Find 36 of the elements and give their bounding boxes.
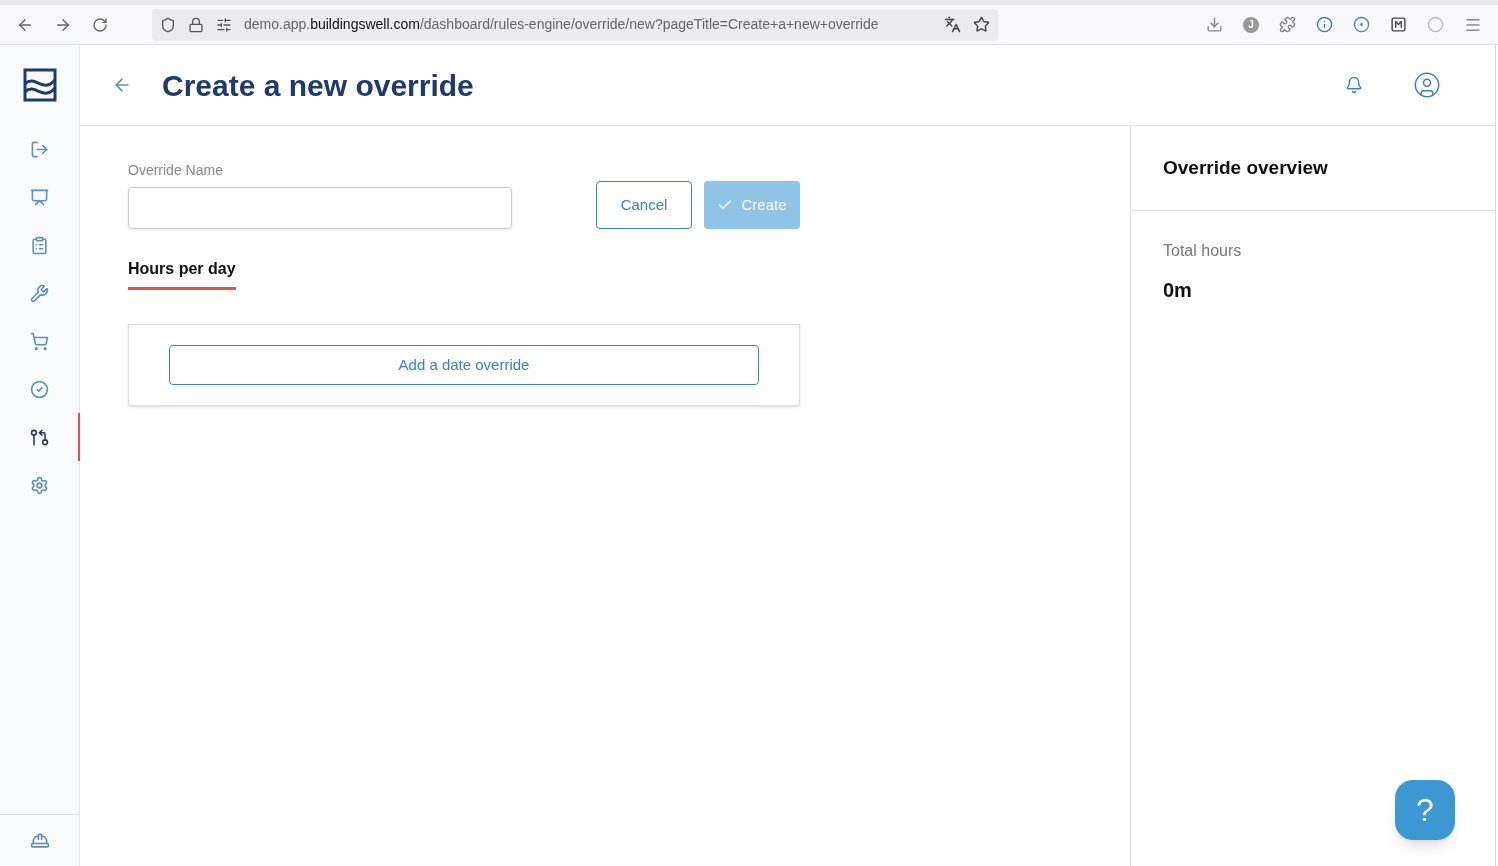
tab[interactable]: Hours per day bbox=[128, 257, 236, 290]
clipboard-icon[interactable] bbox=[30, 235, 49, 255]
total-hours-value: 0m bbox=[1163, 278, 1193, 303]
field-label: Override Name bbox=[128, 161, 224, 180]
cart-icon[interactable] bbox=[30, 331, 49, 351]
cancel-button[interactable]: Cancel bbox=[596, 181, 692, 229]
shield-icon bbox=[160, 16, 176, 33]
puzzle-icon[interactable] bbox=[1279, 16, 1296, 33]
translate-icon[interactable] bbox=[944, 16, 961, 33]
wrench-icon[interactable] bbox=[30, 283, 49, 303]
bell-icon[interactable] bbox=[1345, 76, 1363, 94]
add-date-override-button[interactable]: Add a date override bbox=[169, 345, 759, 385]
sliders-icon[interactable] bbox=[216, 16, 232, 33]
help-button[interactable]: ? bbox=[1395, 780, 1455, 840]
notes-extension-icon[interactable] bbox=[1390, 16, 1407, 33]
branch-arrows-icon[interactable] bbox=[29, 427, 49, 447]
grammar-extension-icon[interactable] bbox=[1427, 16, 1444, 33]
logo-icon[interactable] bbox=[22, 68, 57, 102]
extension-icon[interactable] bbox=[1353, 16, 1370, 33]
exit-icon[interactable] bbox=[30, 139, 49, 159]
download-icon[interactable] bbox=[1206, 16, 1223, 33]
settings-icon[interactable] bbox=[30, 475, 49, 495]
profile-avatar[interactable]: J bbox=[1243, 16, 1259, 33]
overview-title: Override overview bbox=[1163, 155, 1328, 180]
address-bar[interactable]: demo.app.buildingswell.com/dashboard/rules-engine/override/new?pageTitle=Create+a+new+override bbox=[152, 8, 998, 41]
total-hours-label: Total hours bbox=[1163, 241, 1243, 261]
user-icon[interactable] bbox=[1413, 71, 1441, 99]
presentation-icon[interactable] bbox=[30, 187, 49, 207]
url-text: demo.app.buildingswell.com/dashboard/rules-engine/override/new?pageTitle=Create+a+new+override bbox=[244, 15, 880, 34]
override-name-field[interactable] bbox=[128, 187, 512, 229]
reload-icon[interactable] bbox=[92, 16, 108, 33]
check-circle-icon[interactable] bbox=[30, 379, 49, 399]
star-icon[interactable] bbox=[973, 16, 990, 33]
page-title: Create a new override bbox=[162, 67, 474, 104]
lock-icon bbox=[188, 16, 204, 33]
password-extension-icon[interactable] bbox=[1316, 16, 1333, 33]
